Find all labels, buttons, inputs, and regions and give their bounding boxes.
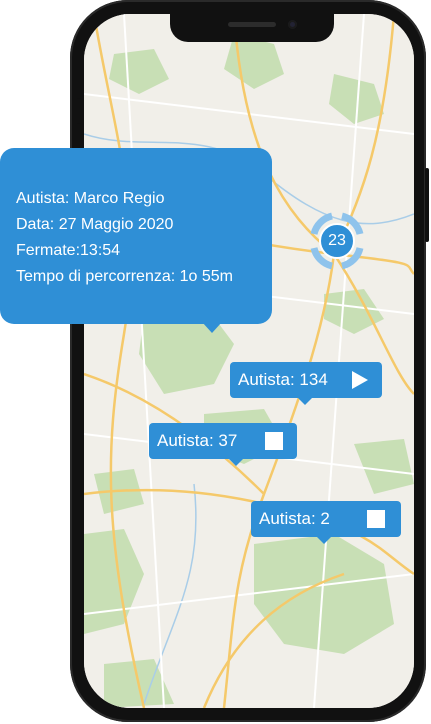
speaker-grille <box>228 22 276 27</box>
date-line: Data: 27 Maggio 2020 <box>16 216 174 233</box>
popup-pointer <box>202 322 222 333</box>
phone-side-button <box>77 98 81 124</box>
cluster-count: 23 <box>328 232 346 249</box>
driver-tag-label: Autista: 37 <box>157 431 238 450</box>
phone-power-button <box>425 168 429 242</box>
play-icon[interactable] <box>352 371 368 389</box>
driver-tag-label: Autista: 2 <box>259 509 330 528</box>
travel-time-line: Tempo di percorrenza: 1o 55m <box>16 268 233 285</box>
map-view[interactable] <box>84 14 414 708</box>
front-camera <box>288 20 297 29</box>
driver-tag-37[interactable]: Autista: 37 <box>149 423 297 466</box>
driver-name-line: Autista: Marco Regio <box>16 190 165 207</box>
driver-tag-2[interactable]: Autista: 2 <box>251 501 401 544</box>
stop-icon[interactable] <box>265 432 283 450</box>
tag-pointer <box>317 537 331 544</box>
stops-line: Fermate:13:54 <box>16 242 121 259</box>
driver-tag-134[interactable]: Autista: 134 <box>230 362 382 405</box>
driver-tag-label: Autista: 134 <box>238 370 328 389</box>
tag-pointer <box>298 398 312 405</box>
map-canvas[interactable] <box>84 14 414 708</box>
driver-info-popup: Autista: Marco Regio Data: 27 Maggio 202… <box>0 148 272 324</box>
phone-notch <box>170 14 334 42</box>
stop-icon[interactable] <box>367 510 385 528</box>
cluster-marker[interactable]: 23 <box>304 208 370 274</box>
tag-pointer <box>229 459 243 466</box>
